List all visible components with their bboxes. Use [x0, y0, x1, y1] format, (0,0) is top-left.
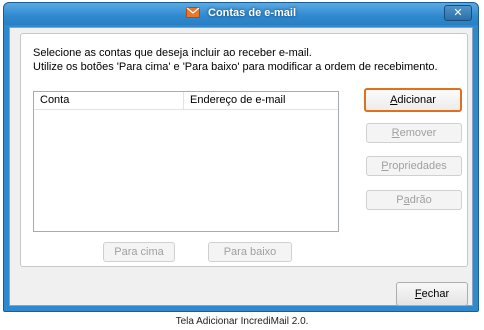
close-dialog-button-accel: F — [414, 288, 422, 300]
figure-caption: Tela Adicionar IncrediMail 2.0. — [175, 316, 309, 327]
window-title: Contas de e-mail — [208, 7, 297, 19]
remove-button[interactable]: Remover — [366, 123, 462, 143]
column-header-account[interactable]: Conta — [34, 92, 184, 109]
instructions-text: Selecione as contas que deseja incluir a… — [33, 46, 438, 74]
add-button[interactable]: Adicionar — [364, 88, 462, 112]
dialog-client-area: Selecione as contas que deseja incluir a… — [9, 27, 473, 306]
close-button[interactable]: ✕ — [444, 5, 472, 21]
add-button-label: dicionar — [397, 94, 436, 106]
close-icon: ✕ — [453, 7, 463, 19]
accounts-panel: Selecione as contas que deseja incluir a… — [20, 33, 468, 267]
properties-button-accel: P — [381, 160, 389, 172]
mail-envelope-icon — [185, 7, 200, 21]
close-dialog-button-label: echar — [421, 288, 450, 300]
properties-button[interactable]: Propriedades — [366, 156, 462, 176]
remove-button-label: emover — [399, 127, 437, 139]
close-dialog-button[interactable]: Fechar — [396, 282, 468, 306]
column-header-email-address[interactable]: Endereço de e-mail — [184, 92, 338, 109]
default-button-prefix: P — [396, 194, 404, 206]
move-down-button[interactable]: Para baixo — [208, 242, 292, 262]
properties-button-label: ropriedades — [388, 160, 447, 172]
instruction-line-1: Selecione as contas que deseja incluir a… — [33, 47, 312, 59]
title-group: Contas de e-mail — [4, 7, 478, 21]
move-up-button[interactable]: Para cima — [103, 242, 175, 262]
default-button-label: drão — [409, 194, 432, 206]
accounts-list[interactable]: Conta Endereço de e-mail — [33, 91, 339, 232]
default-button[interactable]: Padrão — [366, 190, 462, 210]
list-header: Conta Endereço de e-mail — [34, 92, 338, 110]
instruction-line-2: Utilize os botões 'Para cima' e 'Para ba… — [33, 61, 438, 73]
remove-button-accel: R — [391, 127, 400, 139]
title-bar[interactable]: Contas de e-mail ✕ — [4, 3, 478, 25]
dialog-window: Contas de e-mail ✕ Selecione as contas q… — [3, 2, 479, 312]
